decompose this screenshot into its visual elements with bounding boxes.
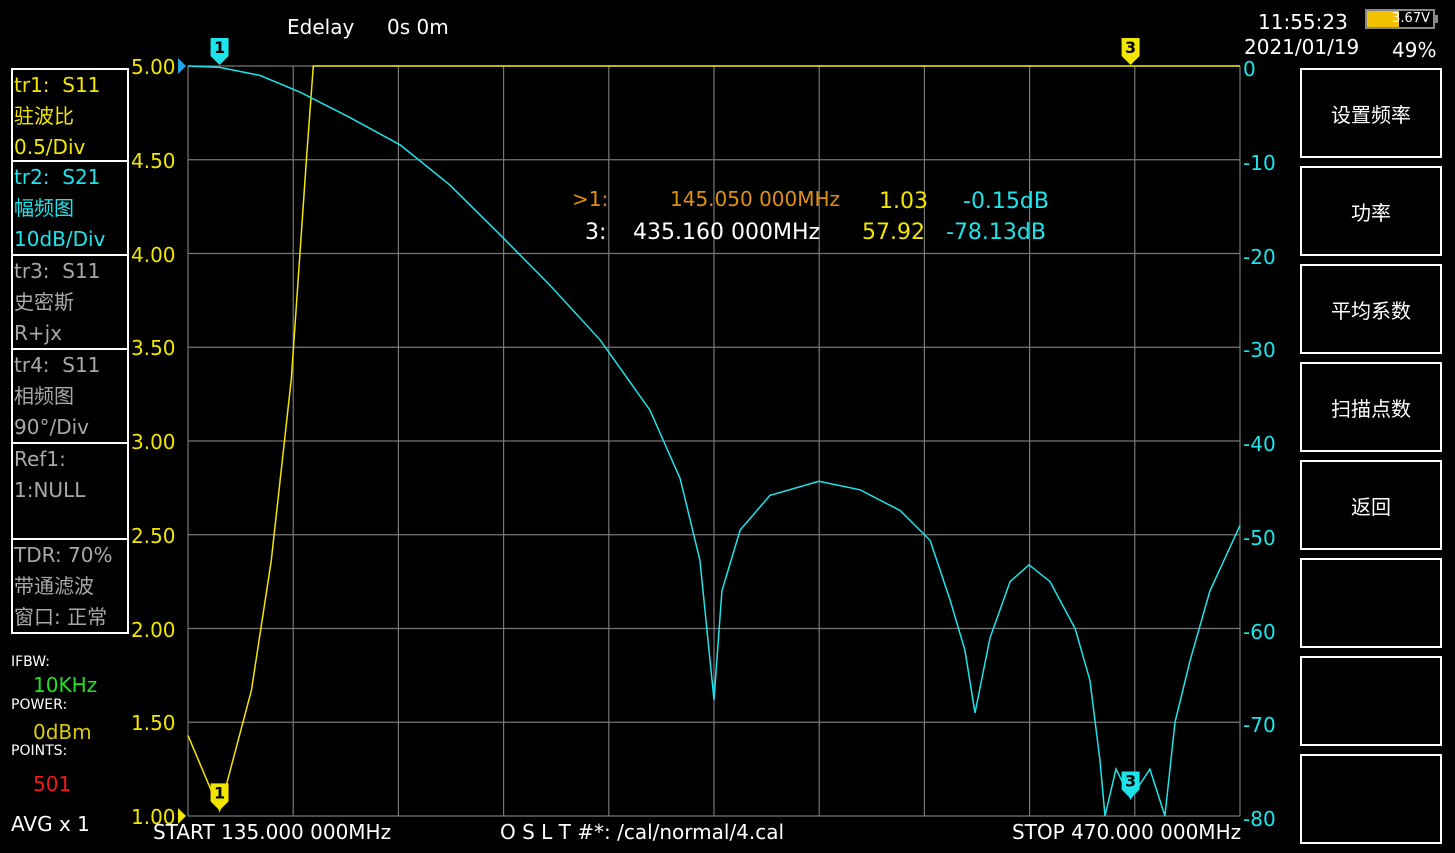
clock-time: 11:55:23 [1258, 10, 1348, 34]
softkey-back[interactable]: 返回 [1300, 460, 1442, 550]
marker-label: 3 [1125, 771, 1136, 790]
marker-1-swr: 1.03 [879, 189, 928, 214]
left-axis-tick: 2.50 [131, 524, 176, 548]
right-axis-tick: 0 [1243, 57, 1256, 81]
tdr-filter: 带通滤波 [14, 571, 127, 602]
left-axis-tick: 5.00 [131, 55, 176, 79]
softkey-average-factor[interactable]: 平均系数 [1300, 264, 1442, 354]
battery-icon: 3.67V [1365, 9, 1435, 29]
battery-voltage: 3.67V [1392, 11, 1430, 26]
trace-param: S11 [62, 73, 100, 97]
left-axis-tick: 2.00 [131, 618, 176, 642]
trace-format: 相频图 [14, 381, 127, 412]
trace-scale: R+jx [14, 318, 127, 349]
marker-label: 1 [214, 783, 225, 802]
ifbw-label: IFBW: [11, 654, 50, 670]
ifbw-value: 10KHz [33, 673, 97, 697]
marker-3-freq: 435.160 000MHz [633, 220, 820, 245]
date: 2021/01/19 [1244, 35, 1359, 59]
trace-param: S11 [62, 259, 100, 283]
left-axis-tick: 4.50 [131, 149, 176, 173]
trace-id: tr2: [14, 165, 50, 189]
tdr-window: 窗口: 正常 [14, 602, 127, 633]
right-axis-tick: -60 [1243, 620, 1276, 644]
trace-id: tr4: [14, 353, 50, 377]
right-axis-tick: -30 [1243, 338, 1276, 362]
trace-format: 驻波比 [14, 101, 127, 132]
trace-4-box[interactable]: tr4: S11 相频图 90°/Div [11, 348, 129, 444]
stop-frequency[interactable]: STOP 470.000 000MHz [1012, 820, 1241, 844]
softkey-set-frequency[interactable]: 设置频率 [1300, 68, 1442, 158]
tdr-box[interactable]: TDR: 70% 带通滤波 窗口: 正常 [11, 538, 129, 634]
trace-param: S21 [62, 165, 100, 189]
trace-id: tr1: [14, 73, 50, 97]
right-axis-tick: -40 [1243, 432, 1276, 456]
trace-format: 史密斯 [14, 287, 127, 318]
marker-label: 3 [1125, 38, 1136, 57]
right-axis-tick: -50 [1243, 526, 1276, 550]
trace-format: 幅频图 [14, 193, 127, 224]
left-axis-tick: 3.50 [131, 336, 176, 360]
ref-arrow-icon [178, 58, 186, 74]
start-frequency[interactable]: START 135.000 000MHz [153, 820, 391, 844]
right-axis-tick: -20 [1243, 245, 1276, 269]
marker-1-db: -0.15dB [963, 189, 1049, 214]
tdr-status: TDR: 70% [14, 540, 127, 571]
softkey-empty-6[interactable] [1300, 558, 1442, 648]
right-axis-tick: -10 [1243, 151, 1276, 175]
softkey-empty-8[interactable] [1300, 754, 1442, 844]
edelay-value: 0s 0m [387, 15, 449, 39]
left-axis-tick: 3.00 [131, 430, 176, 454]
marker-3-swr: 57.92 [862, 220, 925, 245]
marker-1-freq: 145.050 000MHz [670, 187, 840, 211]
ref-box[interactable]: Ref1: 1:NULL [11, 442, 129, 540]
plot-area: 1 1 3 3 [0, 0, 1455, 853]
trace-2-box[interactable]: tr2: S21 幅频图 10dB/Div [11, 160, 129, 256]
marker-3-db: -78.13dB [946, 220, 1046, 245]
right-axis-tick: -80 [1243, 807, 1276, 831]
softkey-sweep-points[interactable]: 扫描点数 [1300, 362, 1442, 452]
softkey-empty-7[interactable] [1300, 656, 1442, 746]
power-value: 0dBm [33, 720, 92, 744]
trace-scale: 0.5/Div [14, 132, 127, 163]
battery-percent: 49% [1392, 38, 1436, 62]
trace-3-box[interactable]: tr3: S11 史密斯 R+jx [11, 254, 129, 350]
power-label: POWER: [11, 697, 67, 713]
ref-value: 1:NULL [14, 475, 127, 506]
points-value: 501 [33, 772, 71, 796]
points-label: POINTS: [11, 743, 67, 759]
left-axis-tick: 1.50 [131, 711, 176, 735]
calibration-file: O S L T #*: /cal/normal/4.cal [500, 820, 784, 844]
trace-param: S11 [62, 353, 100, 377]
left-axis-tick: 4.00 [131, 243, 176, 267]
marker-1-prefix: >1: [572, 187, 608, 211]
trace-scale: 10dB/Div [14, 224, 127, 255]
trace-id: tr3: [14, 259, 50, 283]
right-axis-tick: -70 [1243, 713, 1276, 737]
trace-scale: 90°/Div [14, 412, 127, 443]
trace-1-box[interactable]: tr1: S11 驻波比 0.5/Div [11, 68, 129, 162]
avg-label: AVG x 1 [11, 812, 90, 836]
ref-label: Ref1: [14, 444, 127, 475]
softkey-power[interactable]: 功率 [1300, 166, 1442, 256]
marker-3-prefix: 3: [585, 220, 606, 245]
edelay-label: Edelay [287, 15, 354, 39]
marker-label: 1 [214, 38, 225, 57]
